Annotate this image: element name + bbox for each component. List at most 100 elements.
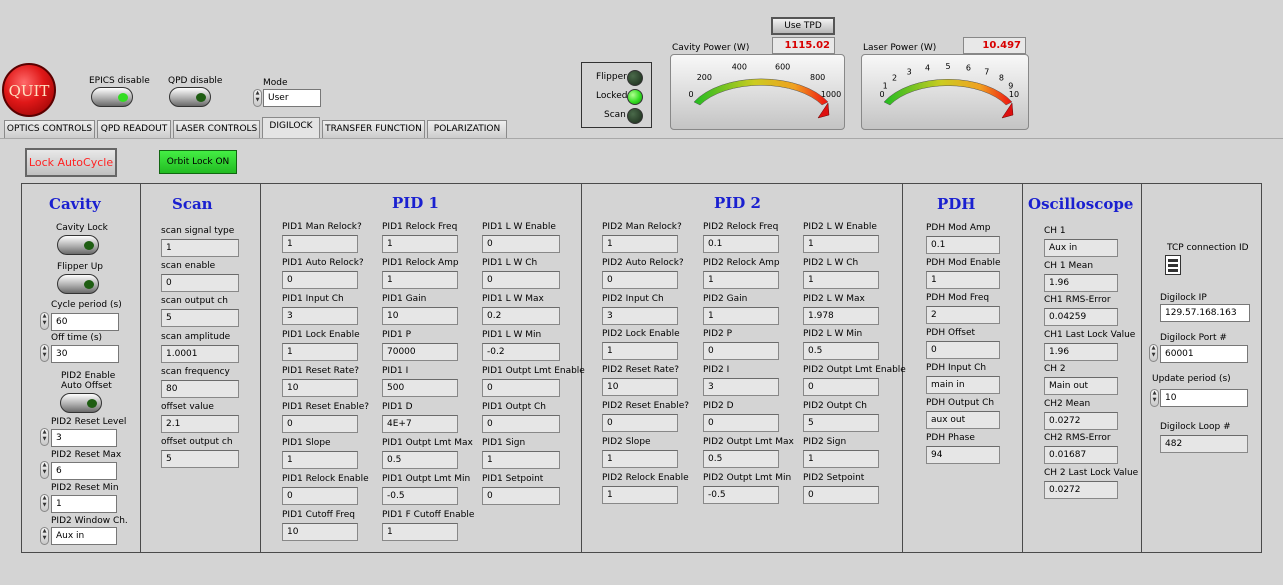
quit-label: QUIT: [8, 82, 50, 100]
digilock-loop-label: Digilock Loop #: [1160, 422, 1231, 432]
oscilloscope-title: Oscilloscope: [1028, 195, 1134, 213]
update-period-input[interactable]: 10: [1160, 389, 1248, 407]
tab-transfer-function[interactable]: TRANSFER FUNCTION: [322, 120, 425, 138]
digilock-port-input[interactable]: 60001: [1160, 345, 1248, 363]
pid2-field-7-value: 1: [602, 449, 678, 468]
pdh-title: PDH: [937, 195, 976, 213]
reset-max-spinner[interactable]: ▲ ▼: [40, 461, 49, 479]
mode-spinner[interactable]: ▲ ▼: [253, 89, 262, 107]
cavity-gauge-tick-label: 800: [810, 73, 825, 82]
qpd-disable-toggle[interactable]: [169, 87, 211, 107]
pid1-field-2-value: 0: [482, 271, 560, 289]
pid2-field-5-value: 3: [703, 378, 779, 397]
tab-digilock[interactable]: DIGILOCK: [262, 117, 320, 139]
pid1-field-2-value: 1: [382, 271, 458, 289]
auto-offset-toggle[interactable]: [60, 393, 102, 413]
osc-field-1-label: CH 1: [1044, 226, 1066, 236]
cavity-power-gauge: 0 200 400 600 800 1000: [670, 54, 845, 130]
pid2-field-5-value: 10: [602, 378, 678, 397]
laser-power-readout: 10.497: [963, 37, 1026, 54]
pid2-field-4-label: PID2 P: [703, 329, 733, 340]
digilock-port-spinner[interactable]: ▲ ▼: [1149, 344, 1158, 362]
laser-gauge-tick-label: 7: [984, 67, 989, 76]
osc-field-5-label: CH 2: [1044, 364, 1066, 374]
cycle-period-spinner[interactable]: ▲ ▼: [40, 312, 49, 330]
osc-field-6-value: 0.0272: [1044, 411, 1118, 430]
reset-max-input[interactable]: 6: [51, 462, 117, 480]
scan-field-4-value: 1.0001: [161, 344, 239, 363]
osc-field-3-label: CH1 RMS-Error: [1044, 295, 1111, 305]
pid2-field-4-value: 0: [703, 342, 779, 361]
scan-field-2-value: 0: [161, 274, 239, 293]
quit-button[interactable]: QUIT: [2, 63, 56, 117]
pdh-field-1-label: PDH Mod Amp: [926, 223, 991, 233]
reset-min-label: PID2 Reset Min: [51, 483, 119, 493]
cavity-gauge-tick-label: 600: [775, 62, 790, 71]
tab-polarization[interactable]: POLARIZATION: [427, 120, 507, 138]
scan-title: Scan: [172, 195, 213, 213]
mode-select[interactable]: User: [263, 89, 321, 107]
tcp-connection-label: TCP connection ID: [1167, 243, 1249, 253]
reset-min-spinner[interactable]: ▲ ▼: [40, 494, 49, 512]
lock-autocycle-button[interactable]: Lock AutoCycle: [25, 148, 117, 177]
pid2-field-3-label: PID2 L W Max: [803, 293, 865, 304]
epics-disable-toggle[interactable]: [91, 87, 133, 107]
pdh-field-7-label: PDH Phase: [926, 433, 975, 443]
pid2-field-3-value: 1: [703, 306, 779, 325]
pid1-field-6-value: 0: [282, 415, 358, 433]
locked-led-icon: [627, 89, 643, 105]
off-time-spinner[interactable]: ▲ ▼: [40, 344, 49, 362]
toggle-light-icon: [196, 93, 206, 102]
off-time-input[interactable]: 30: [51, 345, 119, 363]
window-ch-spinner[interactable]: ▲ ▼: [40, 527, 49, 545]
pid1-field-1-label: PID1 Relock Freq: [382, 222, 458, 232]
pid2-field-2-label: PID2 Relock Amp: [703, 257, 780, 268]
pdh-field-2-value: 1: [926, 271, 1000, 289]
cavity-lock-toggle[interactable]: [57, 235, 99, 255]
pid2-field-6-value: 0: [703, 414, 779, 432]
reset-max-label: PID2 Reset Max: [51, 450, 122, 460]
pid2-field-3-value: 3: [602, 306, 678, 325]
tab-optics-controls[interactable]: OPTICS CONTROLS: [4, 120, 95, 138]
scan-field-1-value: 1: [161, 239, 239, 257]
pid1-field-6-value: 0: [482, 415, 560, 433]
pid2-field-2-value: 1: [803, 270, 879, 289]
osc-field-2-label: CH 1 Mean: [1044, 260, 1094, 271]
tab-qpd-readout[interactable]: QPD READOUT: [97, 120, 171, 138]
digilock-loop-readout: 482: [1160, 435, 1248, 453]
cycle-period-input[interactable]: 60: [51, 313, 119, 331]
cavity-lock-label: Cavity Lock: [56, 223, 108, 233]
pid1-field-5-label: PID1 Reset Rate?: [282, 366, 360, 376]
scan-field-4-label: scan amplitude: [161, 331, 231, 342]
use-tpd-label: Use TPD: [784, 21, 822, 31]
reset-level-input[interactable]: 3: [51, 429, 117, 447]
pid2-field-3-label: PID2 Input Ch: [602, 293, 664, 304]
osc-field-6-label: CH2 Mean: [1044, 398, 1091, 409]
use-tpd-button[interactable]: Use TPD: [771, 17, 835, 35]
digilock-ip-input[interactable]: 129.57.168.163: [1160, 304, 1250, 322]
pid1-field-6-label: PID1 Outpt Ch: [482, 402, 547, 412]
osc-field-8-value: 0.0272: [1044, 480, 1118, 499]
tab-laser-controls[interactable]: LASER CONTROLS: [173, 120, 260, 138]
reset-min-input[interactable]: 1: [51, 495, 117, 513]
pid2-field-4-value: 1: [602, 342, 678, 361]
cavity-gauge-tick-label: 0: [688, 90, 693, 99]
pdh-field-4-value: 0: [926, 341, 1000, 359]
pid2-field-1-value: 1: [803, 235, 879, 253]
update-period-spinner[interactable]: ▲ ▼: [1150, 389, 1159, 407]
toggle-light-icon: [84, 280, 94, 289]
laser-gauge-tick-label: 10: [1009, 90, 1019, 99]
pid1-field-8-label: PID1 Relock Enable: [282, 474, 369, 484]
window-ch-input[interactable]: Aux in: [51, 527, 117, 545]
osc-field-7-value: 0.01687: [1044, 446, 1118, 464]
pid1-field-6-label: PID1 D: [382, 402, 413, 412]
orbit-lock-button[interactable]: Orbit Lock ON: [159, 150, 237, 174]
pid1-field-4-label: PID1 P: [382, 330, 412, 340]
reset-level-spinner[interactable]: ▲ ▼: [40, 428, 49, 446]
pdh-field-7-value: 94: [926, 446, 1000, 464]
pid1-field-9-value: 10: [282, 523, 358, 541]
pid1-field-8-label: PID1 Outpt Lmt Min: [382, 474, 471, 484]
flipper-up-toggle[interactable]: [57, 274, 99, 294]
pid2-field-6-value: 0: [602, 414, 678, 432]
pid1-field-3-value: 0.2: [482, 307, 560, 325]
